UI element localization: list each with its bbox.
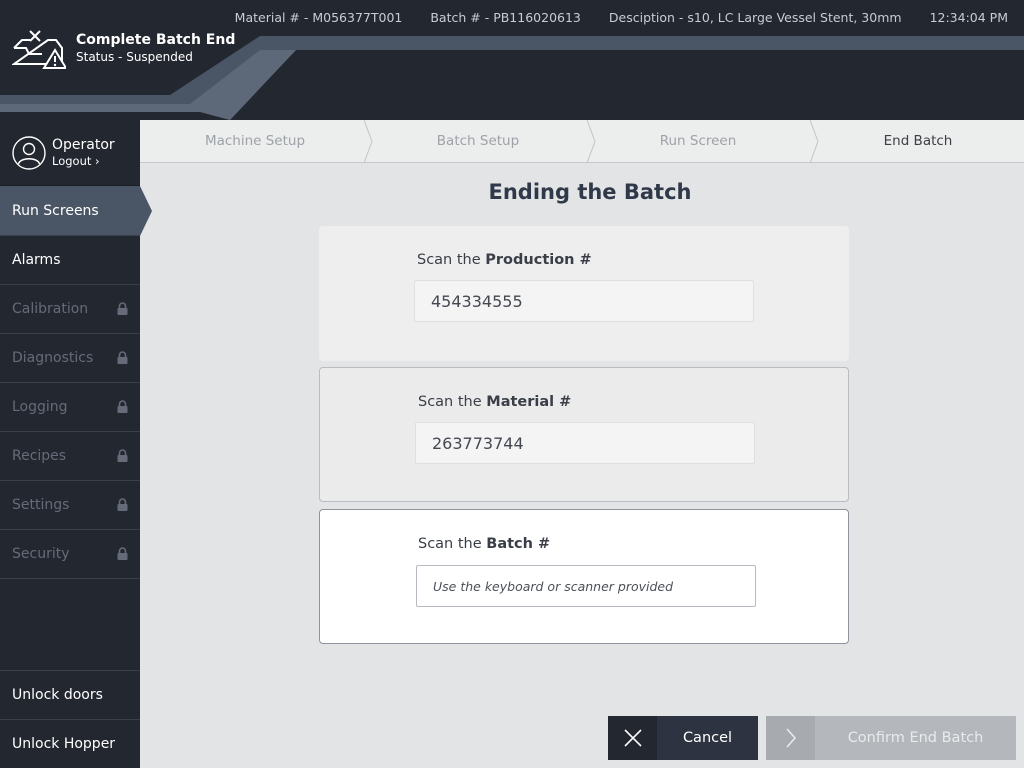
step-end-batch[interactable]: End Batch — [812, 120, 1024, 162]
confirm-end-batch-button[interactable]: Confirm End Batch — [766, 716, 1016, 760]
button-label: Unlock doors — [12, 687, 103, 703]
page-title: Ending the Batch — [488, 180, 692, 204]
sidebar-item-settings: Settings — [0, 481, 140, 530]
header-bar: Material # - M056377T001 Batch # - PB116… — [0, 0, 1024, 120]
sidebar-item-label: Logging — [12, 399, 68, 415]
production-scan-card: Scan the Production # 454334555 — [319, 226, 849, 361]
title-block: Complete Batch End Status - Suspended — [12, 28, 235, 70]
material-label: Scan the Material # — [418, 394, 572, 410]
sidebar-item-recipes: Recipes — [0, 432, 140, 481]
material-number: Material # - M056377T001 — [234, 10, 403, 25]
step-batch-setup[interactable]: Batch Setup — [370, 120, 586, 162]
step-machine-setup[interactable]: Machine Setup — [140, 120, 370, 162]
sidebar-bottom-actions: Unlock doors Unlock Hopper — [0, 670, 140, 768]
confirm-label: Confirm End Batch — [847, 730, 984, 746]
sidebar-item-run-screens[interactable]: Run Screens — [0, 186, 152, 236]
sidebar-item-label: Calibration — [12, 301, 89, 317]
user-avatar-icon — [12, 135, 46, 170]
sidebar-item-label: Security — [12, 546, 70, 562]
lock-icon — [117, 547, 128, 560]
batch-number: Batch # - PB116020613 — [430, 10, 581, 25]
unlock-doors-button[interactable]: Unlock doors — [0, 670, 140, 719]
batch-info-bar: Material # - M056377T001 Batch # - PB116… — [235, 10, 1008, 25]
sidebar-item-label: Diagnostics — [12, 350, 94, 366]
lock-icon — [117, 351, 128, 364]
cancel-button[interactable]: Cancel — [608, 716, 758, 760]
chevron-right-icon: › — [95, 154, 100, 168]
sidebar-item-label: Alarms — [12, 252, 61, 268]
lock-icon — [117, 498, 128, 511]
operator-name: Operator — [52, 137, 115, 153]
sidebar-item-label: Recipes — [12, 448, 67, 464]
lock-icon — [117, 449, 128, 462]
sidebar-item-label: Run Screens — [12, 202, 99, 219]
step-run-screen[interactable]: Run Screen — [592, 120, 804, 162]
sidebar-item-alarms[interactable]: Alarms — [0, 236, 140, 285]
chevron-right-icon — [766, 716, 815, 760]
description: Desciption - s10, LC Large Vessel Stent,… — [608, 10, 902, 25]
logout-label: Logout — [52, 154, 92, 168]
operator-panel: Operator Logout › — [0, 120, 140, 186]
production-label: Scan the Production # — [417, 252, 592, 268]
status-text: Status - Suspended — [76, 50, 193, 64]
inbox-warning-icon — [12, 30, 66, 69]
sidebar-item-diagnostics: Diagnostics — [0, 334, 140, 383]
sidebar-item-logging: Logging — [0, 383, 140, 432]
batch-number-input[interactable]: Use the keyboard or scanner provided — [416, 565, 756, 607]
sidebar-item-security: Security — [0, 530, 140, 579]
lock-icon — [117, 302, 128, 315]
sidebar-item-label: Settings — [12, 497, 70, 513]
logout-link[interactable]: Logout › — [52, 154, 115, 168]
clock: 12:34:04 PM — [929, 10, 1008, 25]
process-stepper: Machine Setup Batch Setup Run Screen End… — [140, 120, 1024, 163]
material-scan-card: Scan the Material # 263773744 — [319, 367, 849, 502]
lock-icon — [117, 400, 128, 413]
sidebar-item-calibration: Calibration — [0, 285, 140, 334]
unlock-hopper-button[interactable]: Unlock Hopper — [0, 719, 140, 768]
page-title-header: Complete Batch End — [76, 32, 236, 48]
production-number-field[interactable]: 454334555 — [414, 280, 754, 322]
batch-scan-card: Scan the Batch # Use the keyboard or sca… — [319, 509, 849, 644]
batch-label: Scan the Batch # — [418, 536, 551, 552]
cancel-label: Cancel — [682, 730, 733, 746]
sidebar: Operator Logout › Run Screens Alarms Cal… — [0, 120, 152, 768]
close-icon — [608, 716, 657, 760]
material-number-field[interactable]: 263773744 — [415, 422, 755, 464]
button-label: Unlock Hopper — [12, 736, 116, 752]
